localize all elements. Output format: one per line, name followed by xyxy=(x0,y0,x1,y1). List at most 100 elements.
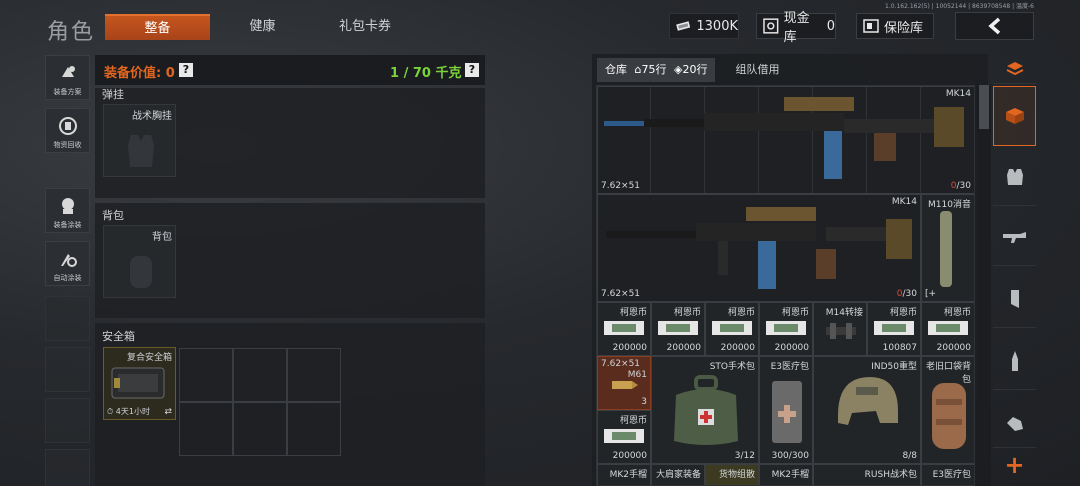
recycle-button[interactable]: 物资回收 xyxy=(45,108,90,153)
rifle-icon xyxy=(606,207,912,289)
rush-bag-item[interactable]: RUSH战术包 xyxy=(813,464,921,485)
currency-value: 1300K xyxy=(696,18,738,34)
tab-gift-cards[interactable]: 礼包卡券 xyxy=(320,14,410,40)
section-label: 背包 xyxy=(102,209,124,222)
safebox-cell[interactable] xyxy=(233,348,287,402)
insurance-vault-button[interactable]: 保险库 xyxy=(856,13,934,39)
item-count: 3/12 xyxy=(734,451,755,461)
backpack-slot[interactable]: 背包 xyxy=(103,225,176,298)
item-count: 200000 xyxy=(720,343,755,353)
ammo-count: 0/30 xyxy=(896,289,917,299)
cash-item[interactable]: 柯恩币 200000 xyxy=(921,302,974,356)
tab-health[interactable]: 健康 xyxy=(220,14,305,40)
rifle-icon xyxy=(1002,231,1026,243)
slot-label: 背包 xyxy=(152,232,172,243)
medkit-item[interactable]: E3医疗包 300/300 xyxy=(759,356,813,464)
surgery-bag-icon xyxy=(674,375,738,445)
vest-icon xyxy=(128,135,154,167)
item-name: 复合安全箱 xyxy=(126,353,172,363)
grenade-item[interactable]: MK2手榴 xyxy=(597,464,651,485)
item-count: 300/300 xyxy=(771,451,809,461)
item-name: M14转接 xyxy=(825,308,863,318)
surgery-kit-item[interactable]: STO手术包 3/12 xyxy=(651,356,759,464)
bullet-icon xyxy=(612,381,638,389)
ammo-count: 0/30 xyxy=(950,181,971,191)
category-attachments[interactable] xyxy=(993,398,1036,448)
cash-item[interactable]: 柯恩币 200000 xyxy=(651,302,705,356)
grenade-item[interactable]: MK2手榴 xyxy=(759,464,813,485)
category-armor[interactable] xyxy=(993,148,1036,206)
auto-paint-button[interactable]: 自动涂装 xyxy=(45,241,90,286)
safebox-item[interactable]: 复合安全箱 ⏱ 4天1小时 ⇄ xyxy=(103,347,176,420)
slot-label: 战术胸挂 xyxy=(132,111,172,122)
sidebar-item-label: 装备涂装 xyxy=(53,221,82,229)
auto-paint-icon xyxy=(60,254,77,267)
category-magazines[interactable] xyxy=(993,270,1036,328)
sidebar-item-label: 物资回收 xyxy=(53,141,82,149)
caliber: 7.62×51 xyxy=(601,289,641,299)
cash-stack-icon xyxy=(604,429,644,443)
item-name: STO手术包 xyxy=(709,362,755,372)
medkit-item[interactable]: E3医疗包 xyxy=(921,464,974,485)
cash-item[interactable]: 柯恩币 200000 xyxy=(597,302,651,356)
bullet-icon xyxy=(1011,350,1018,371)
loadout-header: 装备价值: 0 ? 1 / 70 千克 ? xyxy=(95,55,485,85)
rig-slot[interactable]: 战术胸挂 xyxy=(103,104,176,177)
paint-button[interactable]: 装备涂装 xyxy=(45,188,90,233)
safebox-cell[interactable] xyxy=(287,348,341,402)
inventory-scrollbar[interactable] xyxy=(977,85,991,486)
cash-stack-icon xyxy=(712,321,752,335)
safebox-cell[interactable] xyxy=(233,402,287,456)
tab-outfit[interactable]: 整备 xyxy=(105,14,210,40)
add-category-button[interactable]: + xyxy=(993,450,1036,480)
category-all[interactable] xyxy=(993,54,1036,84)
safebox-cell[interactable] xyxy=(287,402,341,456)
tab-team-borrow[interactable]: 组队借用 xyxy=(727,58,787,82)
category-ammo[interactable] xyxy=(993,332,1036,390)
item-name: 货物组散 xyxy=(718,470,755,480)
safebox-cell[interactable] xyxy=(179,348,233,402)
back-button[interactable] xyxy=(955,12,1034,40)
value-help-button[interactable]: ? xyxy=(179,63,193,77)
cash-vault-button[interactable]: 现金库 0 xyxy=(756,11,836,45)
time-value: 4天1小时 xyxy=(115,407,150,416)
outfit-plan-button[interactable]: 装备方案 xyxy=(45,55,90,100)
cash-stack-icon xyxy=(658,321,698,335)
currency-display: 1300K xyxy=(669,13,739,39)
ammo-item[interactable]: 7.62×51 M61 3 xyxy=(597,356,651,410)
category-bag[interactable] xyxy=(993,86,1036,146)
item-name: E3医疗包 xyxy=(770,362,809,372)
cash-stack-icon xyxy=(928,321,968,335)
weight-help-button[interactable]: ? xyxy=(465,63,479,77)
m14-adapter-item[interactable]: M14转接 xyxy=(813,302,867,356)
cash-item[interactable]: 柯恩币 100807 xyxy=(867,302,921,356)
vault-icon xyxy=(863,19,879,33)
inventory-tabs: 仓库 ⌂75行 ◈20行 组队借用 xyxy=(597,58,787,82)
insurance-vault-label: 保险库 xyxy=(884,20,924,36)
helmet-item[interactable]: IND50重型 8/8 xyxy=(813,356,921,464)
cash-stack-icon xyxy=(604,321,644,335)
scrollbar-thumb[interactable] xyxy=(979,85,989,129)
pouch-item[interactable]: 老旧口袋背包 xyxy=(921,356,974,464)
weapon-mk14-2[interactable]: MK14 7.62×51 0/30 xyxy=(597,194,921,302)
tab-label: 20行 xyxy=(682,63,708,76)
cash-icon xyxy=(676,21,691,31)
section-label: 弹挂 xyxy=(102,88,124,101)
empty-slot xyxy=(45,449,90,486)
category-weapons[interactable] xyxy=(993,208,1036,266)
suppressor-item[interactable]: M110消音 [+ xyxy=(921,194,974,302)
tab-label: 75行 xyxy=(641,63,667,76)
cash-item[interactable]: 柯恩币 200000 xyxy=(705,302,759,356)
equipment-item[interactable]: 大肩家装备 xyxy=(651,464,705,485)
suppressor-icon xyxy=(940,211,952,287)
cash-stack-icon xyxy=(874,321,914,335)
safebox-cell[interactable] xyxy=(179,402,233,456)
cash-item[interactable]: 柯恩币 200000 xyxy=(597,410,651,464)
tab-warehouse[interactable]: 仓库 ⌂75行 ◈20行 xyxy=(597,58,716,82)
cash-item[interactable]: 柯恩币 200000 xyxy=(759,302,813,356)
cargo-item[interactable]: 货物组散 xyxy=(705,464,759,485)
weapon-mk14-1[interactable]: MK14 7.62×51 0/30 xyxy=(597,86,974,194)
vest-icon xyxy=(1006,168,1023,185)
backpack-icon xyxy=(932,383,966,449)
cash-vault-count: 0 xyxy=(826,18,835,34)
